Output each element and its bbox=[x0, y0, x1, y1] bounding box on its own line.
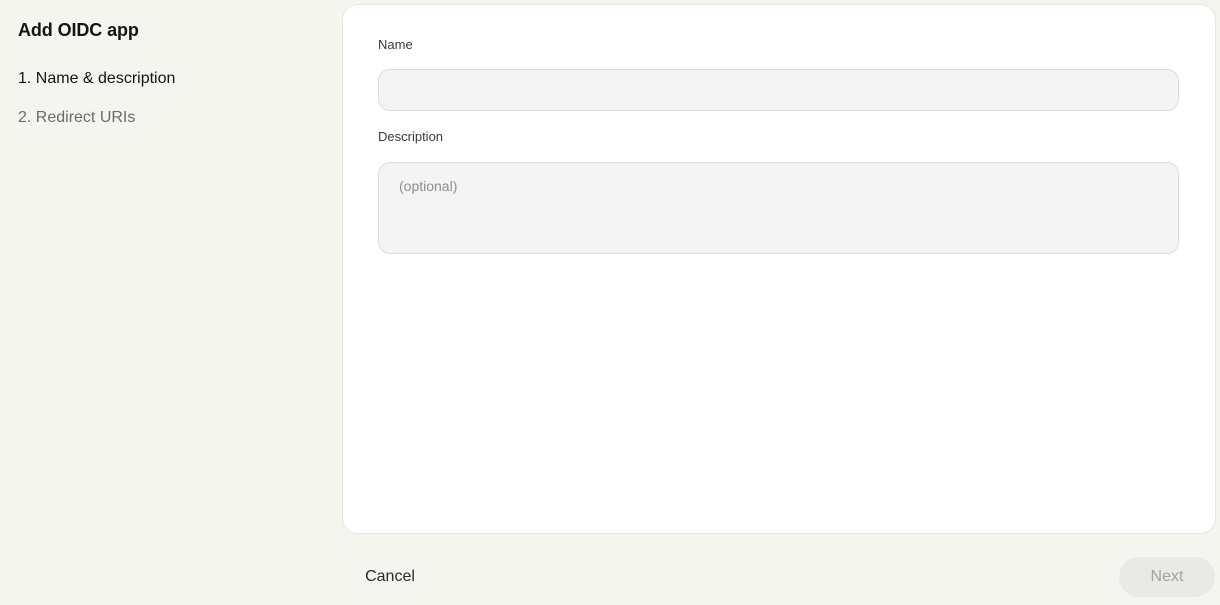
wizard-title: Add OIDC app bbox=[18, 20, 139, 40]
form-card: Name Description bbox=[342, 4, 1216, 534]
cancel-button[interactable]: Cancel bbox=[352, 558, 428, 596]
description-label: Description bbox=[378, 129, 444, 144]
description-input[interactable] bbox=[378, 162, 1179, 254]
next-button[interactable]: Next bbox=[1119, 557, 1215, 597]
step-name-description[interactable]: 1. Name & description bbox=[18, 70, 175, 88]
step-redirect-uris[interactable]: 2. Redirect URIs bbox=[18, 109, 135, 127]
add-oidc-app-page: Add OIDC app 1. Name & description 2. Re… bbox=[0, 0, 1220, 605]
name-label: Name bbox=[378, 37, 413, 52]
wizard-sidebar: Add OIDC app 1. Name & description 2. Re… bbox=[0, 0, 340, 605]
name-input[interactable] bbox=[378, 69, 1179, 111]
